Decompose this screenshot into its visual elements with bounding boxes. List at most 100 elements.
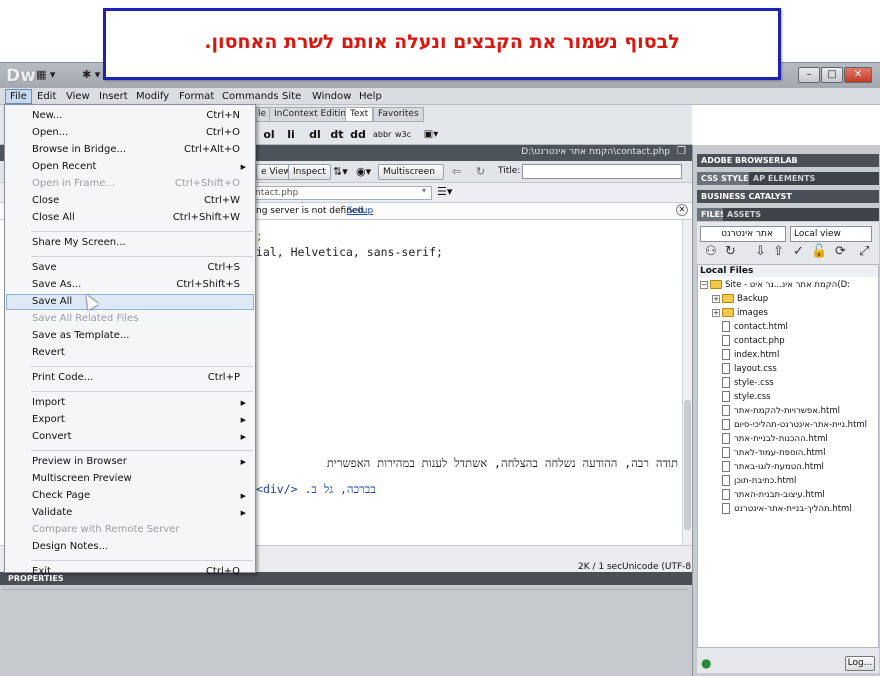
expand-icon[interactable]: + xyxy=(712,308,720,317)
tree-file[interactable]: layout.css xyxy=(722,362,777,376)
file-menu-item-save-as[interactable]: Save As... Ctrl+Shift+S xyxy=(6,277,254,293)
collapse-icon[interactable]: − xyxy=(700,280,708,289)
close-info-icon[interactable]: ✕ xyxy=(676,204,688,216)
file-menu-item-multiscreen-preview[interactable]: Multiscreen Preview xyxy=(6,471,254,487)
document-path[interactable]: D:\הקמת אתר אינטרנט\contact.php xyxy=(521,147,670,157)
dt-button[interactable]: dt xyxy=(329,127,345,143)
multiscreen-button[interactable]: Multiscreen xyxy=(378,164,444,180)
expand-icon[interactable]: ⤢ xyxy=(859,244,869,262)
minimize-button[interactable]: – xyxy=(798,67,820,83)
tree-file[interactable]: עיצוב-תבנית-האתר.html xyxy=(722,488,825,502)
tab-incontext-editing[interactable]: InContext Editing xyxy=(269,107,357,122)
menu-site[interactable]: Site xyxy=(278,89,305,104)
address-input[interactable]: ntact.php xyxy=(252,186,432,200)
close-button[interactable]: ✕ xyxy=(844,67,872,83)
tree-file[interactable]: כתיבת-תוכן.html xyxy=(722,474,796,488)
file-menu-item-browse-in-bridge[interactable]: Browse in Bridge... Ctrl+Alt+O xyxy=(6,142,254,158)
title-input[interactable] xyxy=(522,164,682,179)
file-menu-item-validate[interactable]: Validate ▶ xyxy=(6,505,254,521)
tree-file[interactable]: style.css xyxy=(722,390,771,404)
tree-file[interactable]: הטמעת-לוגו-באתר.html xyxy=(722,460,824,474)
w3c-button[interactable]: w3c xyxy=(394,127,412,143)
tree-root[interactable]: − Site - הקמת אתר אינ...נר איט(D: xyxy=(698,278,878,292)
gear-icon[interactable]: ✱ ▾ xyxy=(82,68,100,83)
tree-file[interactable]: contact.html xyxy=(722,320,788,334)
file-menu-item-print-code[interactable]: Print Code... Ctrl+P xyxy=(6,370,254,386)
file-menu-item-import[interactable]: Import ▶ xyxy=(6,395,254,411)
file-menu-item-preview-in-browser[interactable]: Preview in Browser ▶ xyxy=(6,454,254,470)
check-out-icon[interactable]: ✓ xyxy=(793,244,804,262)
file-menu-item-convert[interactable]: Convert ▶ xyxy=(6,429,254,445)
tree-file[interactable]: style-.css xyxy=(722,376,774,390)
character-icon[interactable]: ▣▾ xyxy=(420,127,442,143)
restore-icon[interactable]: ❐ xyxy=(677,146,686,157)
abbr-button[interactable]: abbr xyxy=(373,127,391,143)
tree-folder[interactable]: + Backup xyxy=(712,292,768,306)
menu-view[interactable]: View xyxy=(62,89,94,104)
file-menu-item-exit[interactable]: Exit Ctrl+Q xyxy=(6,564,254,580)
expand-icon[interactable]: + xyxy=(712,294,720,303)
tab-text[interactable]: Text xyxy=(345,107,374,122)
refresh-icon[interactable]: ↻ xyxy=(725,244,736,262)
file-menu-item-check-page[interactable]: Check Page ▶ xyxy=(6,488,254,504)
view-select[interactable]: Local view xyxy=(790,226,872,242)
tree-file[interactable]: contact.php xyxy=(722,334,785,348)
tree-file[interactable]: אפשרויות-להקמת-אתר.html xyxy=(722,404,840,418)
file-menu-item-design-notes[interactable]: Design Notes... xyxy=(6,539,254,555)
tree-file[interactable]: index.html xyxy=(722,348,779,362)
maximize-button[interactable]: □ xyxy=(821,67,843,83)
li-button[interactable]: li xyxy=(284,127,298,143)
log-button[interactable]: Log... xyxy=(845,656,875,671)
back-icon[interactable]: ⇦ xyxy=(452,165,461,178)
file-menu-item-open[interactable]: Open... Ctrl+O xyxy=(6,125,254,141)
ol-button[interactable]: ol xyxy=(262,127,276,143)
globe-icon[interactable]: ◉▾ xyxy=(356,165,371,178)
setup-link[interactable]: Setup xyxy=(347,206,373,216)
file-menu-item-save-all[interactable]: Save All xyxy=(6,294,254,310)
get-files-icon[interactable]: ⇩ xyxy=(755,244,766,262)
tree-file[interactable]: ניית-אתר-אינטרנט-תהליכי-סיום.html xyxy=(722,418,867,432)
file-menu-item-open-recent[interactable]: Open Recent ▶ xyxy=(6,159,254,175)
menu-help[interactable]: Help xyxy=(355,89,386,104)
tree-file[interactable]: הוספת-עמוד-לאתר.html xyxy=(722,446,825,460)
tab-assets[interactable]: ASSETS xyxy=(723,208,766,221)
options-icon[interactable]: ☰▾ xyxy=(437,185,452,198)
file-menu-item-close[interactable]: Close Ctrl+W xyxy=(6,193,254,209)
file-menu-item-save[interactable]: Save Ctrl+S xyxy=(6,260,254,276)
site-select[interactable]: אתר אינטרנט xyxy=(700,226,786,242)
menu-edit[interactable]: Edit xyxy=(33,89,60,104)
menu-insert[interactable]: Insert xyxy=(95,89,132,104)
file-menu-item-revert[interactable]: Revert xyxy=(6,345,254,361)
connect-icon[interactable]: ⚇ xyxy=(705,244,717,262)
menu-file[interactable]: File xyxy=(5,89,32,104)
tree-file[interactable]: ההכנות-לבניית-אתר.html xyxy=(722,432,828,446)
layout-icon[interactable]: ▦ ▾ xyxy=(36,68,55,83)
file-menu-item-export[interactable]: Export ▶ xyxy=(6,412,254,428)
tree-folder[interactable]: + images xyxy=(712,306,768,320)
sync-icon[interactable]: ⟳ xyxy=(835,244,846,262)
tab-favorites[interactable]: Favorites xyxy=(373,107,424,122)
vertical-scrollbar[interactable] xyxy=(682,220,692,545)
menu-window[interactable]: Window xyxy=(308,89,355,104)
dl-button[interactable]: dl xyxy=(307,127,323,143)
refresh-icon[interactable]: ↻ xyxy=(476,165,485,178)
tab-ap-elements[interactable]: AP ELEMENTS xyxy=(749,172,820,185)
file-menu-item-close-all[interactable]: Close All Ctrl+Shift+W xyxy=(6,210,254,226)
menu-commands[interactable]: Commands xyxy=(218,89,283,104)
dd-button[interactable]: dd xyxy=(349,127,367,143)
check-in-icon[interactable]: 🔓 xyxy=(811,244,827,262)
inspect-button[interactable]: Inspect xyxy=(288,164,331,180)
panel-business-catalyst[interactable]: BUSINESS CATALYST xyxy=(697,190,879,203)
menu-format[interactable]: Format xyxy=(175,89,218,104)
tree-file[interactable]: תהליך-בניית-אתר-אינטרנט.html xyxy=(722,502,852,516)
menu-modify[interactable]: Modify xyxy=(132,89,173,104)
file-menu-item-share-my-screen[interactable]: Share My Screen... xyxy=(6,235,254,251)
put-files-icon[interactable]: ⇧ xyxy=(773,244,784,262)
file-menu-item-new[interactable]: New... Ctrl+N xyxy=(6,108,254,124)
browser-icon[interactable]: ⇅▾ xyxy=(333,165,348,178)
dropdown-arrow-icon[interactable]: ▾ xyxy=(422,186,426,195)
panel-browserlab[interactable]: ADOBE BROWSERLAB xyxy=(697,154,879,167)
tree-item-label: Backup xyxy=(737,294,769,304)
file-menu-item-save-as-template[interactable]: Save as Template... xyxy=(6,328,254,344)
scroll-thumb[interactable] xyxy=(684,400,691,530)
